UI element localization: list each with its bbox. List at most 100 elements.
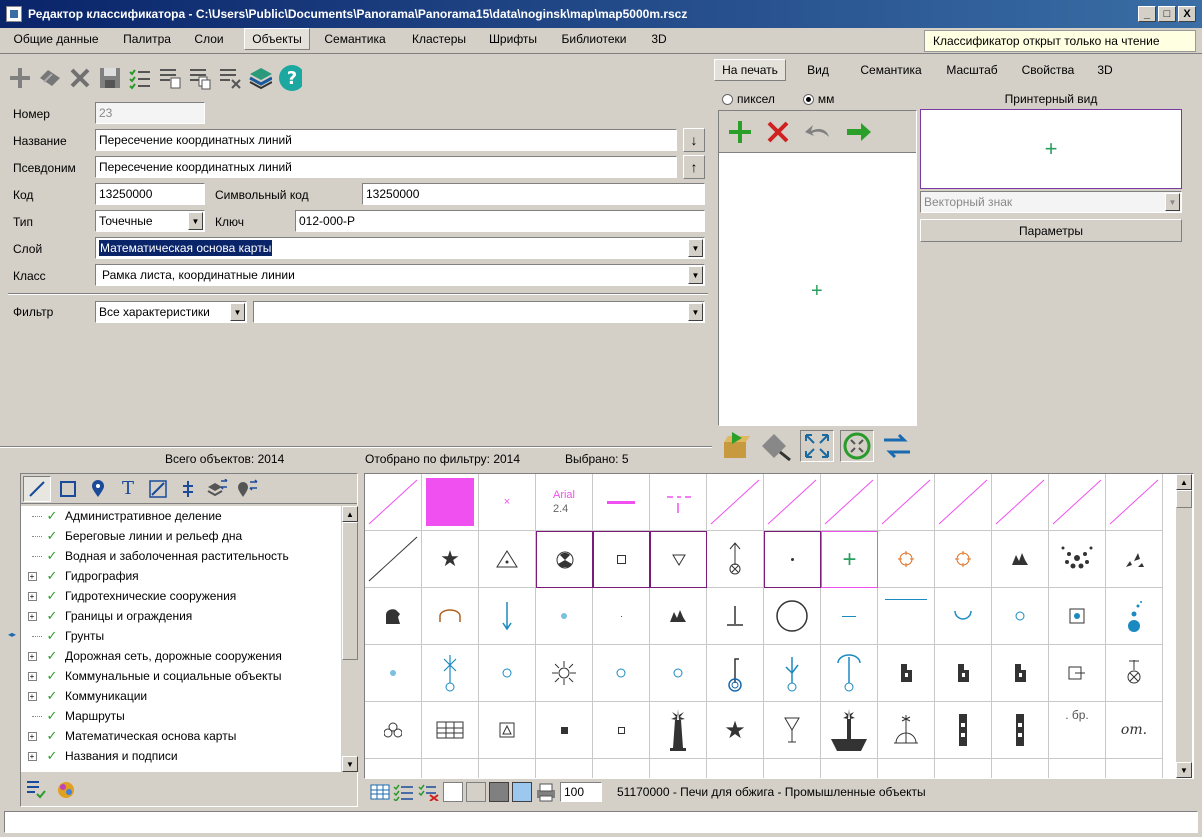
symbol-cell[interactable]: [422, 588, 479, 645]
tree-item[interactable]: + ✓ Названия и подписи: [21, 746, 178, 766]
symbol-cell[interactable]: [821, 645, 878, 702]
expand-icon[interactable]: +: [21, 651, 43, 661]
symbol-cell[interactable]: [650, 645, 707, 702]
symbol-cell[interactable]: [1106, 645, 1163, 702]
symbol-cell[interactable]: [764, 531, 821, 588]
tree-item[interactable]: ✓ Маршруты: [21, 706, 125, 726]
symbol-cell[interactable]: [536, 759, 593, 778]
add-icon[interactable]: [8, 66, 32, 90]
list-uncheck-icon[interactable]: [418, 783, 440, 801]
filter-line-button[interactable]: [23, 475, 51, 502]
splitter-handle[interactable]: ◂▸: [8, 630, 16, 639]
symbol-cell[interactable]: [1106, 531, 1163, 588]
symbol-cell[interactable]: [764, 588, 821, 645]
symbol-grid[interactable]: × Arial 2.4 ★ + ★ . бр. от.: [364, 473, 1194, 779]
tree-item[interactable]: + ✓ Гидрография: [21, 566, 139, 586]
symbol-cell[interactable]: [365, 474, 422, 531]
checklist-icon[interactable]: [128, 66, 152, 90]
symbol-cell[interactable]: [821, 759, 878, 778]
tree-item[interactable]: + ✓ Границы и ограждения: [21, 606, 192, 626]
symbol-cell[interactable]: +: [821, 531, 878, 588]
symbol-cell[interactable]: [365, 645, 422, 702]
scroll-down-icon[interactable]: ▼: [342, 756, 358, 772]
tree-line[interactable]: [21, 555, 43, 557]
scroll-thumb[interactable]: [1176, 490, 1192, 508]
symbol-cell[interactable]: [878, 645, 935, 702]
tree-item[interactable]: + ✓ Дорожная сеть, дорожные сооружения: [21, 646, 282, 666]
radio-pixel[interactable]: [722, 93, 733, 105]
copy-object-icon[interactable]: [38, 66, 62, 90]
tab-palette[interactable]: Палитра: [114, 28, 180, 50]
symbol-cell[interactable]: [878, 474, 935, 531]
symbol-cell[interactable]: [479, 588, 536, 645]
check-icon[interactable]: ✓: [43, 508, 61, 524]
tree-item[interactable]: ✓ Береговые линии и рельеф дна: [21, 526, 242, 546]
tab-layers[interactable]: Слои: [184, 28, 234, 50]
grid-scrollbar[interactable]: ▲ ▼: [1176, 474, 1192, 778]
symbol-cell[interactable]: . бр.: [1049, 702, 1106, 759]
filter-vector-button[interactable]: [145, 477, 171, 501]
symbol-cell[interactable]: [992, 588, 1049, 645]
tree-item[interactable]: ✓ Водная и заболоченная растительность: [21, 546, 289, 566]
tree-item[interactable]: + ✓ Гидротехнические сооружения: [21, 586, 236, 606]
save-icon[interactable]: [98, 66, 122, 90]
symbol-cell[interactable]: [422, 645, 479, 702]
symbol-cell[interactable]: [707, 588, 764, 645]
code-field[interactable]: 13250000: [95, 183, 205, 205]
symbol-cell[interactable]: [365, 702, 422, 759]
minimize-button[interactable]: _: [1138, 6, 1156, 22]
tree-line[interactable]: [21, 635, 43, 637]
check-icon[interactable]: ✓: [43, 668, 61, 684]
check-icon[interactable]: ✓: [43, 648, 61, 664]
symbol-cell[interactable]: [935, 645, 992, 702]
import-box-icon[interactable]: [720, 430, 752, 462]
symbol-cell[interactable]: [650, 531, 707, 588]
expand-icon[interactable]: +: [21, 591, 43, 601]
symbol-cell[interactable]: [992, 645, 1049, 702]
symbol-cell[interactable]: [764, 759, 821, 778]
help-icon[interactable]: ?: [278, 65, 302, 91]
symbol-cell[interactable]: [992, 702, 1049, 759]
print-icon[interactable]: [535, 782, 557, 802]
type-select[interactable]: Точечные ▼: [95, 210, 205, 232]
symbol-cell[interactable]: [764, 474, 821, 531]
expand-icon[interactable]: +: [21, 731, 43, 741]
check-icon[interactable]: ✓: [43, 588, 61, 604]
tree-item[interactable]: + ✓ Математическая основа карты: [21, 726, 236, 746]
symbol-cell[interactable]: [707, 474, 764, 531]
symbol-cell[interactable]: [593, 474, 650, 531]
maximize-button[interactable]: □: [1158, 6, 1176, 22]
expand-icon[interactable]: +: [21, 671, 43, 681]
text-icon[interactable]: T: [115, 477, 141, 501]
params-button[interactable]: Параметры: [920, 219, 1182, 242]
list-delete-icon[interactable]: [218, 66, 242, 90]
layers-icon[interactable]: [248, 66, 272, 90]
tab-right-3d[interactable]: 3D: [1088, 59, 1122, 81]
symbol-cell[interactable]: [536, 702, 593, 759]
close-button[interactable]: X: [1178, 6, 1196, 22]
symbol-cell[interactable]: [935, 474, 992, 531]
symbol-cell[interactable]: [764, 702, 821, 759]
tab-print[interactable]: На печать: [714, 59, 786, 81]
symbol-cell[interactable]: [707, 645, 764, 702]
symbol-cell[interactable]: [593, 645, 650, 702]
symbol-cell[interactable]: [992, 759, 1049, 778]
tab-view[interactable]: Вид: [792, 59, 844, 81]
tab-properties[interactable]: Свойства: [1012, 59, 1084, 81]
symbol-cell[interactable]: [935, 702, 992, 759]
symbol-cell[interactable]: от.: [1106, 702, 1163, 759]
filter-point-button[interactable]: [85, 477, 111, 501]
add-element-icon[interactable]: [727, 119, 753, 145]
symbol-cell[interactable]: ×: [479, 474, 536, 531]
category-tree[interactable]: ✓ Административное деление ✓ Береговые лини…: [21, 506, 341, 772]
bg-white-swatch[interactable]: [443, 782, 463, 802]
delete-element-icon[interactable]: [765, 119, 791, 145]
tree-item[interactable]: ✓ Грунты: [21, 626, 104, 646]
alias-field[interactable]: Пересечение координатных линий: [95, 156, 677, 178]
tab-general[interactable]: Общие данные: [4, 28, 108, 50]
symbol-cell[interactable]: [707, 759, 764, 778]
symbol-cell[interactable]: [365, 531, 422, 588]
symbol-cell[interactable]: Arial 2.4: [536, 474, 593, 531]
symbol-cell[interactable]: [1049, 645, 1106, 702]
symbol-cell[interactable]: [422, 759, 479, 778]
